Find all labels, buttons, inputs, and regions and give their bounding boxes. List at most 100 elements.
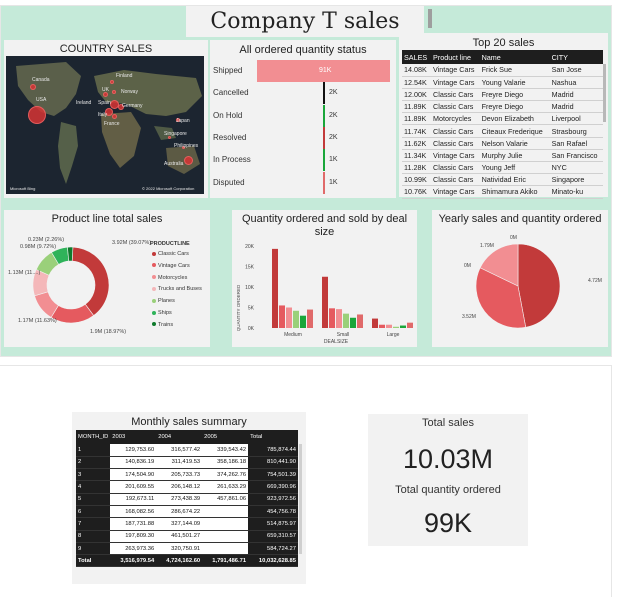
bar[interactable] [379,324,385,328]
table-row[interactable]: 11.34K Vintage Cars Murphy Julie San Franci… [402,149,603,163]
pie-slice[interactable] [517,243,561,328]
dealsize-chart[interactable]: 0K 5K 10K 15K 20K QUANTITY ORDERED Medium Small… [232,238,417,346]
map-bubble-usa[interactable] [28,106,46,124]
bar[interactable] [293,310,299,328]
table-cell: 1 [76,444,111,457]
x-tick-label: Medium [284,332,302,338]
table-row[interactable]: 10.99K Classic Cars Natividad Eric Singapor… [402,173,603,187]
x-tick-label: Small [337,332,350,338]
table-row[interactable]: 7 187,731.88 327,144.09 514,875.97 [76,517,298,531]
bar[interactable] [307,309,313,328]
world-map[interactable]: Canada Finland UK Norway USA Ireland Spa… [6,56,204,194]
map-bubble-finland[interactable] [110,80,114,84]
status-bar[interactable] [323,171,325,194]
pie-data-label: 4.72M [588,278,602,284]
bar[interactable] [357,314,363,328]
table-row[interactable]: 1 129,753.60 316,577.42 339,543.42 785,874.4… [76,444,298,457]
monthly-table[interactable]: MONTH_ID 2003 2004 2005 Total 1 129,753.6… [76,430,298,568]
yearly-pie[interactable]: 4.72M 3.52M 1.79M 0M 0M [440,230,610,342]
top20-table[interactable]: SALES Product line Name CITY 14.08K Vinta… [402,50,603,199]
monthly-scrollbar[interactable] [299,444,302,554]
table-row[interactable]: 11.28K Classic Cars Young Jeff NYC [402,161,603,175]
table-row[interactable]: 2 140,836.19 311,419.53 358,186.18 810,441.9… [76,456,298,470]
column-header-product-line[interactable]: Product line [431,50,480,64]
table-total-row[interactable]: Total 3,516,979.54 4,724,162.60 1,791,486.7… [76,554,298,568]
bar[interactable] [407,322,413,328]
bar[interactable] [336,309,342,328]
map-label: Australia [164,161,184,167]
status-row[interactable]: Disputed 1K [213,171,393,194]
table-row[interactable]: 12.00K Classic Cars Freyre Diego Madrid [402,88,603,102]
table-cell: 7 [76,517,111,531]
legend-item[interactable]: Trains [152,322,173,328]
bar[interactable] [286,307,292,329]
table-row[interactable]: 11.62K Classic Cars Nelson Valarie San Rafa… [402,137,603,150]
table-row[interactable]: 8 197,809.30 461,501.27 659,310.57 [76,530,298,543]
legend-item[interactable]: Trucks and Buses [152,286,202,292]
status-row[interactable]: On Hold 2K [213,104,393,127]
donut-slice[interactable] [71,246,110,316]
column-header-2005[interactable]: 2005 [202,430,249,444]
column-header-month[interactable]: MONTH_ID [76,430,111,444]
table-cell: 374,262.76 [202,468,249,482]
status-bar[interactable] [323,149,325,172]
status-bar[interactable] [323,82,325,105]
table-cell: 754,501.39 [248,468,298,482]
map-bubble-australia[interactable] [184,156,193,165]
table-row[interactable]: 14.08K Vintage Cars Frick Sue San Jose [402,64,603,77]
table-cell: 14.08K [402,64,432,77]
bar[interactable] [393,326,399,328]
table-row[interactable]: 10.76K Vintage Cars Shimamura Akiko Minato-… [402,185,603,199]
table-cell: Frick Sue [479,64,550,77]
column-header-2003[interactable]: 2003 [110,430,157,444]
column-header-total[interactable]: Total [248,430,298,444]
legend-item[interactable]: Classic Cars [152,251,189,257]
table-row[interactable]: 4 201,609.55 206,148.12 261,633.29 669,390.9… [76,480,298,494]
bar[interactable] [329,308,335,328]
legend-item[interactable]: Planes [152,298,175,304]
table-row[interactable]: 9 263,973.36 320,750.91 584,724.27 [76,542,298,556]
bar[interactable] [372,318,378,328]
table-row[interactable]: 6 168,082.56 286,674.22 454,756.78 [76,505,298,519]
table-row[interactable]: 12.54K Vintage Cars Young Valarie Nashua [402,76,603,89]
table-row[interactable]: 5 192,673.11 273,438.39 457,861.06 923,972.5… [76,493,298,506]
table-row[interactable]: 11.89K Classic Cars Freyre Diego Madrid [402,100,603,114]
status-row[interactable]: Resolved 2K [213,126,393,149]
bar[interactable] [350,317,356,328]
y-tick-label: 20K [245,244,255,250]
bar[interactable] [400,325,406,328]
status-bar[interactable] [323,126,325,149]
bar[interactable] [279,305,285,328]
column-header-city[interactable]: CITY [549,50,603,64]
column-header-name[interactable]: Name [479,50,550,64]
legend-item[interactable]: Motorcycles [152,275,187,281]
map-bubble-canada[interactable] [30,84,36,90]
bar[interactable] [343,313,349,328]
table-cell: Young Jeff [479,161,550,175]
top20-scrollbar[interactable] [603,64,606,122]
table-cell: Motorcycles [431,112,480,126]
table-cell: 339,543.42 [202,444,249,457]
bar[interactable] [322,276,328,328]
donut-data-label: 0.23M (2.26%) [28,237,65,243]
legend-item[interactable]: Ships [152,310,172,316]
map-bubble-norway[interactable] [112,90,116,94]
map-bubble-italy[interactable] [112,114,117,119]
table-row[interactable]: 3 174,504.90 205,733.73 374,262.76 754,501.3… [76,468,298,482]
table-cell: Murphy Julie [479,149,550,163]
status-row[interactable]: Shipped 91K [213,60,393,82]
bar[interactable] [300,315,306,328]
table-cell: Classic Cars [431,137,480,150]
column-header-2004[interactable]: 2004 [156,430,203,444]
donut-slice[interactable] [67,246,74,262]
legend-item[interactable]: Vintage Cars [152,263,190,269]
column-header-sales[interactable]: SALES [402,50,432,64]
status-bar[interactable] [323,104,325,127]
status-row[interactable]: In Process 1K [213,149,393,172]
bar[interactable] [272,248,278,328]
table-row[interactable]: 11.89K Motorcycles Devon Elizabeth Liverpoo… [402,112,603,126]
scrollbar-thumb[interactable] [428,9,432,28]
status-row[interactable]: Cancelled 2K [213,82,393,105]
bar[interactable] [386,324,392,328]
table-row[interactable]: 11.74K Classic Cars Citeaux Frederique Stra… [402,124,603,138]
